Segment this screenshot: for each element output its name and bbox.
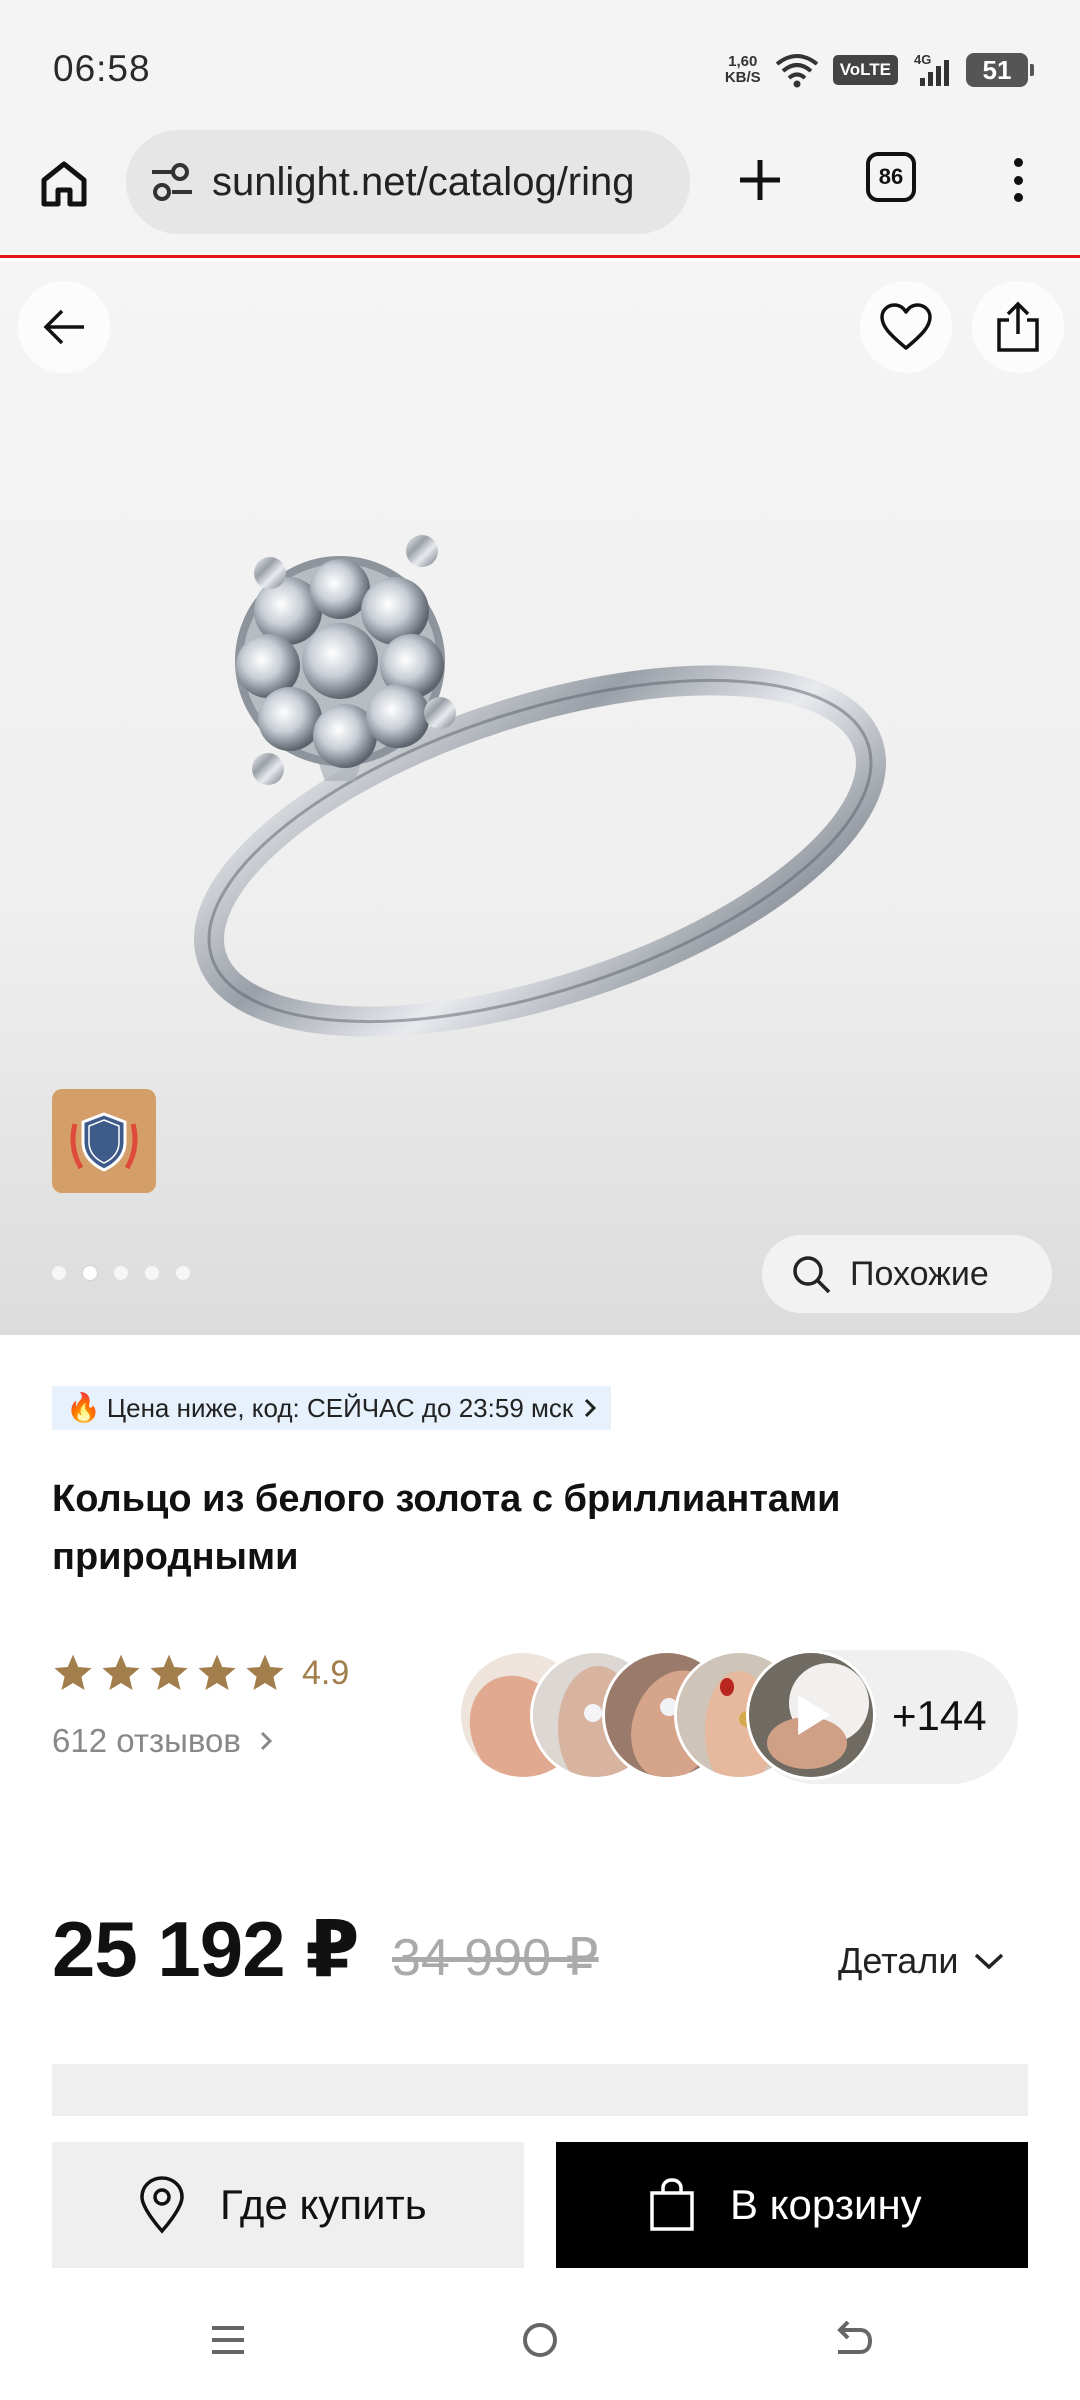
wifi-icon	[775, 54, 818, 88]
gallery-pagination	[52, 1266, 190, 1280]
bottom-action-bar: Где купить В корзину	[0, 2116, 1080, 2280]
share-button[interactable]	[972, 281, 1064, 373]
add-to-cart-button[interactable]: В корзину	[556, 2142, 1028, 2268]
search-icon	[793, 1256, 831, 1294]
share-icon	[997, 301, 1039, 352]
product-gallery[interactable]: Похожие	[0, 261, 1080, 1335]
similar-products-button[interactable]: Похожие	[762, 1235, 1052, 1313]
reviews-link[interactable]: 612 отзывов	[52, 1722, 275, 1760]
recent-apps-button[interactable]	[198, 2310, 258, 2370]
home-nav-button[interactable]	[510, 2310, 570, 2370]
product-title: Кольцо из белого золота с бриллиантами п…	[52, 1478, 841, 1578]
star-icon	[198, 1654, 236, 1690]
gallery-dot-active[interactable]	[83, 1266, 97, 1280]
where-to-buy-label: Где купить	[220, 2181, 427, 2228]
details-label: Детали	[838, 1940, 959, 1981]
network-speed-unit: KB/S	[724, 69, 761, 86]
promo-banner[interactable]: 🔥 Цена ниже, код: СЕЙЧАС до 23:59 мск	[52, 1386, 612, 1430]
fire-icon: 🔥	[66, 1392, 101, 1423]
current-price: 25 192 ₽	[52, 1905, 360, 1993]
details-toggle[interactable]: Детали	[838, 1940, 1006, 1982]
gallery-dot[interactable]	[145, 1266, 159, 1280]
ring-product-image	[194, 535, 886, 1037]
back-arrow-icon	[837, 2320, 873, 2354]
customer-photos[interactable]: +144	[458, 1650, 1028, 1784]
customer-video[interactable]	[746, 1650, 876, 1780]
tab-switcher-button[interactable]: 86	[866, 152, 916, 202]
info-strip	[52, 2064, 1028, 2116]
plus-icon	[740, 160, 780, 200]
rating-value: 4.9	[302, 1653, 350, 1692]
gallery-dot[interactable]	[52, 1266, 66, 1280]
star-icon	[246, 1654, 284, 1690]
system-navigation-bar	[0, 2280, 1080, 2400]
battery-icon: 51	[966, 53, 1034, 87]
location-pin-icon	[140, 2176, 184, 2234]
promo-text: Цена ниже, код: СЕЙЧАС до 23:59 мск	[106, 1392, 574, 1423]
menu-lines-icon	[212, 2326, 244, 2354]
network-speed: 1,60 KB/S	[725, 54, 761, 86]
gallery-dot[interactable]	[114, 1266, 128, 1280]
kebab-dot-icon	[1013, 158, 1023, 167]
circle-home-icon	[523, 2323, 557, 2357]
shopping-bag-icon	[650, 2178, 694, 2231]
status-time: 06:58	[53, 48, 151, 89]
chevron-down-icon	[975, 1953, 1004, 1970]
network-type: 4G	[914, 52, 931, 67]
home-button[interactable]	[34, 154, 94, 214]
gallery-dot[interactable]	[176, 1266, 190, 1280]
back-nav-button[interactable]	[822, 2310, 882, 2370]
brand-badge-thumbnail[interactable]	[52, 1089, 156, 1193]
url-text: sunlight.net/catalog/ring	[212, 159, 635, 204]
kebab-dot-icon	[1013, 193, 1023, 202]
signal-icon: 4G	[914, 52, 949, 86]
add-to-cart-label: В корзину	[730, 2181, 922, 2228]
address-bar[interactable]: sunlight.net/catalog/ring	[126, 130, 690, 234]
status-bar: 06:58 1,60 KB/S VoLTE 4G 51	[0, 0, 1080, 130]
rating: 4.9	[52, 1652, 349, 1694]
chevron-right-icon	[585, 1398, 597, 1418]
new-tab-button[interactable]	[730, 150, 790, 210]
reviews-count: 612 отзывов	[52, 1722, 241, 1759]
status-icons: 1,60 KB/S VoLTE 4G 51	[725, 48, 1034, 92]
star-icon	[102, 1654, 140, 1690]
volte-badge: VoLTE	[832, 55, 898, 85]
star-icon	[54, 1654, 92, 1690]
laurel-shield-logo	[70, 1112, 138, 1172]
site-settings-icon[interactable]	[148, 158, 196, 206]
more-menu-button[interactable]	[1000, 150, 1036, 210]
where-to-buy-button[interactable]: Где купить	[52, 2142, 524, 2268]
chevron-right-icon	[260, 1731, 272, 1751]
similar-products-label: Похожие	[850, 1254, 989, 1293]
home-icon	[41, 161, 87, 207]
play-icon	[798, 1695, 831, 1735]
network-speed-value: 1,60	[728, 53, 758, 70]
kebab-dot-icon	[1013, 175, 1023, 185]
old-price: 34 990 ₽	[392, 1929, 599, 1987]
heart-icon	[880, 303, 932, 350]
arrow-left-icon	[43, 309, 84, 345]
favorite-button[interactable]	[860, 281, 952, 373]
star-icon	[150, 1654, 188, 1690]
customer-photos-count: +144	[892, 1692, 987, 1739]
back-button[interactable]	[18, 281, 110, 373]
browser-toolbar: sunlight.net/catalog/ring 86	[0, 130, 1080, 258]
